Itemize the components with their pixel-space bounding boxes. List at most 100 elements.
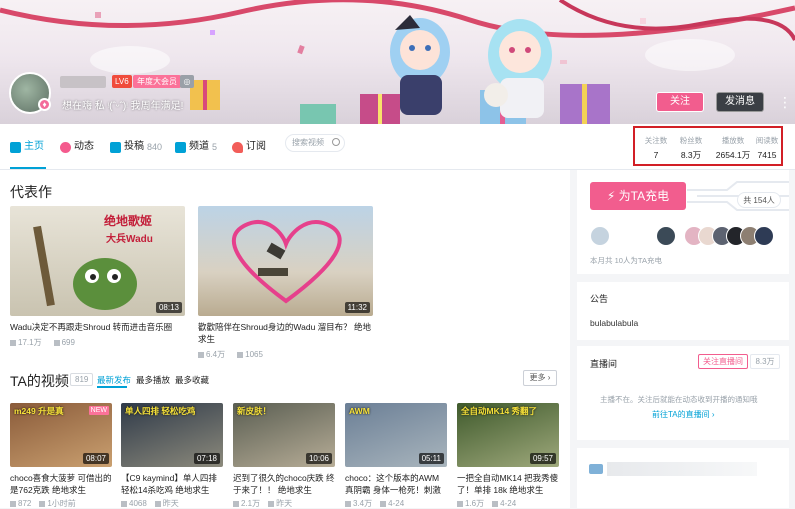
video-title[interactable]: choco：这个版本的AWM真阴霸 身体一枪死！刺激 [345, 472, 447, 496]
tab-channel[interactable]: 频道 5 [175, 138, 217, 156]
play-count-value: 872 [18, 499, 32, 508]
play-icon [345, 500, 351, 507]
video-title[interactable]: 迟到了很久的choco庆跌 终于来了！！ 绝地求生 [233, 472, 335, 496]
tab-subscribe-label: 订阅 [246, 141, 266, 152]
vip-badge: 年度大会员 [133, 75, 181, 88]
video-search-input[interactable]: 搜索视频 [285, 134, 345, 152]
play-icon [10, 500, 16, 507]
video-title[interactable]: 一把全自动MK14 把我秀傻了！单排 18k 绝地求生【Liquid [457, 472, 559, 496]
video-thumbnail[interactable]: 11:32 [198, 206, 373, 316]
home-icon [10, 141, 21, 153]
upload-date-value: 昨天 [276, 499, 293, 508]
play-count: 2.1万 [233, 498, 260, 509]
video-duration: 08:13 [155, 302, 182, 313]
video-card[interactable]: 全自动MK14 秀翻了 09:57 一把全自动MK14 把我秀傻了！单排 18k 绝… [457, 403, 559, 509]
video-duration: 11:32 [344, 302, 370, 313]
featured-title: 代表作 [10, 184, 52, 200]
profile-banner: ♦ LV6 年度大会员 ◎ 想在嗨 私 ᵎ(ˆᵕˆ)ᵎ 我周年满足! 关注 发消… [0, 0, 795, 124]
month-charge-text: 本月共 10人为TA充电 [590, 256, 662, 265]
sub-tag-icon: ◎ [180, 75, 194, 88]
tab-upload-label: 投稿 [124, 141, 144, 152]
upload-date-value: 4-24 [500, 499, 517, 508]
play-count: 1.6万 [457, 498, 484, 509]
video-meta: 2.1万 昨天 [233, 498, 335, 509]
channel-icon [175, 141, 186, 153]
charger-avatar[interactable] [754, 226, 774, 246]
tab-dynamic[interactable]: 动态 [60, 138, 94, 156]
new-badge: NEW [88, 406, 109, 415]
tab-upload[interactable]: 投稿 840 [110, 138, 162, 156]
video-meta: 17.1万 699 [10, 337, 185, 348]
stat-label: 关注数 [644, 136, 668, 145]
video-duration: 05:11 [418, 453, 444, 464]
clock-icon [380, 500, 387, 507]
play-icon [457, 500, 463, 507]
video-title[interactable]: 【C9 kaymind】单人四排 轻松14杀吃鸡 绝地求生 [121, 472, 223, 496]
charger-avatar[interactable] [590, 226, 610, 246]
stat-label: 粉丝数 [679, 136, 703, 145]
stat-fans[interactable]: 粉丝数 8.3万 [673, 136, 709, 162]
thumbnail-text: 绝地歌姬 [104, 214, 153, 228]
notice-title: 公告 [590, 294, 609, 304]
stat-reads: 阅读数 7415 [749, 136, 785, 162]
upload-date: 4-24 [492, 499, 516, 508]
video-title[interactable]: 歡歡陪伴在Shroud身边的Wadu 溜目布？ 绝地求生 [198, 321, 373, 345]
charge-label: 为TA充电 [618, 189, 670, 203]
tab-subscribe[interactable]: 订阅 [232, 138, 266, 156]
active-tab-underline [10, 167, 46, 169]
video-thumbnail[interactable]: m249 升是真 NEW 08:07 [10, 403, 112, 467]
play-icon [121, 500, 127, 507]
message-button[interactable]: 发消息 [716, 92, 764, 112]
avatar-verify-icon: ♦ [38, 98, 51, 111]
featured-video-card[interactable]: 11:32 歡歡陪伴在Shroud身边的Wadu 溜目布？ 绝地求生 6.4万 … [198, 206, 373, 360]
video-thumbnail[interactable]: 新皮肤！ 10:06 [233, 403, 335, 467]
video-thumbnail[interactable]: 绝地歌姬 大兵Wadu 08:13 [10, 206, 185, 316]
comment-count-value: 699 [61, 338, 75, 347]
follow-button[interactable]: 关注 [656, 92, 704, 112]
charge-button[interactable]: ⚡ 为TA充电 [590, 182, 686, 210]
more-videos-button[interactable]: 更多 › [523, 370, 557, 386]
video-card[interactable]: AWM 05:11 choco：这个版本的AWM真阴霸 身体一枪死！刺激 3.4万 4-… [345, 403, 447, 509]
video-thumbnail[interactable]: 全自动MK14 秀翻了 09:57 [457, 403, 559, 467]
charger-avatar[interactable] [656, 226, 676, 246]
stat-label: 阅读数 [755, 136, 779, 145]
follow-live-button[interactable]: 关注直播间 [698, 354, 748, 369]
video-duration: 07:18 [193, 453, 220, 464]
thumbnail-text: 大兵Wadu [106, 234, 153, 245]
video-thumbnail[interactable]: AWM 05:11 [345, 403, 447, 467]
video-card[interactable]: m249 升是真 NEW 08:07 choco喜食大菠萝 可借出的是762克跌 绝地… [10, 403, 112, 509]
thumbnail-text: 全自动MK14 秀翻了 [461, 406, 538, 416]
sort-most-favorited-tab[interactable]: 最多收藏 [175, 374, 209, 386]
clock-icon [39, 500, 46, 507]
sort-latest-tab[interactable]: 最新发布 [97, 374, 131, 386]
thumbnail-art [33, 225, 137, 310]
video-card[interactable]: 单人四排 轻松吃鸡 07:18 【C9 kaymind】单人四排 轻松14杀吃鸡 绝… [121, 403, 223, 509]
video-meta: 6.4万 1065 [198, 349, 373, 360]
tab-home[interactable]: 主页 [10, 138, 44, 156]
upload-icon [110, 141, 121, 153]
clock-icon [268, 500, 275, 507]
stat-value: 7 [653, 150, 659, 160]
upload-date: 昨天 [268, 498, 292, 509]
stat-following[interactable]: 关注数 7 [638, 136, 674, 162]
notice-text: bulabulabula [590, 318, 639, 328]
search-icon[interactable] [332, 138, 340, 146]
video-meta: 1.6万 4-24 [457, 498, 559, 509]
panel-icon [589, 464, 603, 474]
play-count-value: 4068 [129, 499, 147, 508]
upload-date: 1小时前 [39, 498, 76, 509]
go-to-live-link[interactable]: 前往TA的直播间 › [652, 409, 715, 420]
video-title[interactable]: Wadu决定不再跟走Shroud 转而进击音乐圈 [10, 321, 185, 333]
sort-most-played-tab[interactable]: 最多播放 [136, 374, 170, 386]
play-count: 4068 [121, 499, 147, 508]
video-thumbnail[interactable]: 单人四排 轻松吃鸡 07:18 [121, 403, 223, 467]
featured-video-card[interactable]: 绝地歌姬 大兵Wadu 08:13 Wadu决定不再跟走Shroud 转而进击音… [10, 206, 185, 348]
play-count: 17.1万 [10, 337, 42, 348]
tab-channel-label: 频道 [189, 141, 209, 152]
stat-value: 7415 [757, 150, 777, 160]
more-menu-icon[interactable]: ⋮ [778, 94, 792, 112]
comment-count: 1065 [237, 350, 263, 359]
video-card[interactable]: 新皮肤！ 10:06 迟到了很久的choco庆跌 终于来了！！ 绝地求生 2.1万 昨天 [233, 403, 335, 509]
video-title[interactable]: choco喜食大菠萝 可借出的是762克跌 绝地求生 [10, 472, 112, 496]
comment-count-value: 1065 [245, 350, 263, 359]
